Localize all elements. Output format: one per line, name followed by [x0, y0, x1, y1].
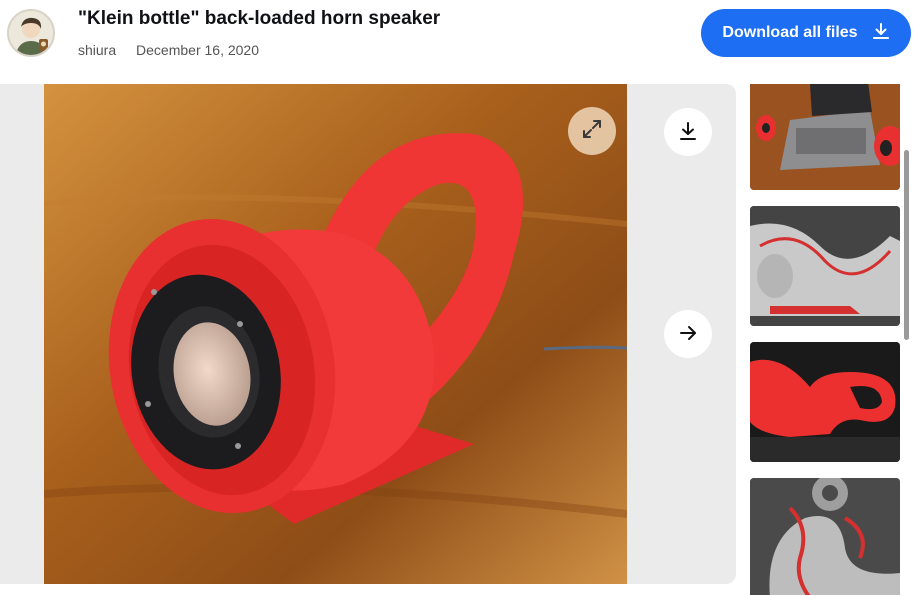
meta-line: shiura December 16, 2020: [78, 42, 259, 58]
thumbnail-2[interactable]: [750, 206, 900, 326]
thumbnail-4[interactable]: [750, 478, 900, 595]
main-image[interactable]: [44, 84, 627, 584]
image-viewer: [0, 84, 736, 584]
expand-icon: [582, 119, 602, 144]
page-title: "Klein bottle" back-loaded horn speaker: [78, 8, 441, 29]
thumbnail-strip: [750, 84, 902, 595]
download-icon: [678, 121, 698, 144]
header: "Klein bottle" back-loaded horn speaker …: [0, 0, 917, 70]
avatar[interactable]: [7, 9, 55, 57]
expand-button[interactable]: [568, 107, 616, 155]
arrow-right-icon: [678, 323, 698, 346]
download-all-label: Download all files: [722, 24, 858, 41]
download-image-button[interactable]: [664, 108, 712, 156]
download-all-button[interactable]: Download all files: [701, 9, 911, 57]
download-icon: [872, 22, 890, 45]
publish-date: December 16, 2020: [136, 42, 259, 58]
author-link[interactable]: shiura: [78, 42, 116, 58]
thumbnail-scrollbar[interactable]: [904, 150, 909, 340]
thumbnail-1[interactable]: [750, 84, 900, 190]
next-image-button[interactable]: [664, 310, 712, 358]
thumbnail-3[interactable]: [750, 342, 900, 462]
